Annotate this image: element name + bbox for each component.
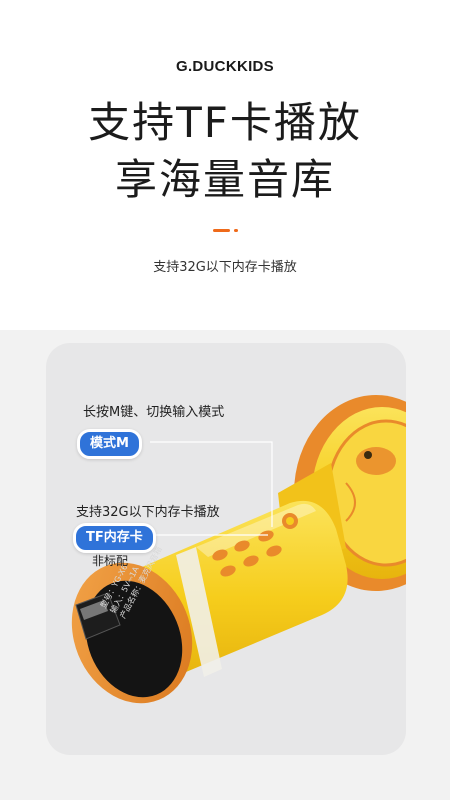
header-section: G.DUCKKIDS 支持TF卡播放 享海量音库 支持32G以下内存卡播放 [0, 0, 450, 330]
tf-card-tag: TF内存卡 [73, 523, 156, 553]
subheadline: 支持32G以下内存卡播放 [153, 260, 297, 275]
brand-logo-text: G.DUCKKIDS [175, 58, 274, 75]
mode-m-tag: 模式M [77, 429, 142, 459]
not-included-note: 非标配 [92, 554, 129, 568]
headline-line-1: 支持TF卡播放 [88, 98, 362, 147]
mode-switch-note: 长按M键、切换输入模式 [83, 405, 225, 420]
tf-support-note: 支持32G以下内存卡播放 [76, 505, 220, 520]
headline-line-2: 享海量音库 [114, 155, 335, 204]
